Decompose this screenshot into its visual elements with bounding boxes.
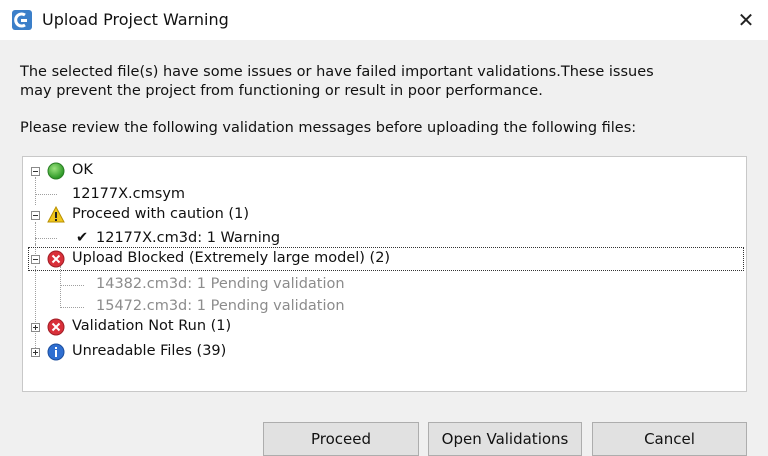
red-x-circle-icon: [47, 250, 65, 268]
proceed-button[interactable]: Proceed: [263, 422, 419, 456]
open-validations-button[interactable]: Open Validations: [428, 422, 582, 456]
blocked-collapse-toggle[interactable]: [31, 255, 40, 264]
unreadable-expand-toggle[interactable]: [31, 348, 40, 357]
checkmark-icon: ✔: [76, 230, 89, 246]
warning-message-line-1: The selected file(s) have some issues or…: [20, 64, 654, 80]
tree-node-caution[interactable]: Proceed with caution (1): [72, 206, 249, 222]
green-check-circle-icon: [47, 162, 65, 180]
app-logo-icon: [12, 10, 32, 30]
close-button[interactable]: ✕: [732, 6, 760, 34]
not-run-expand-toggle[interactable]: [31, 323, 40, 332]
tree-leaf-blocked-file-1[interactable]: 14382.cm3d: 1 Pending validation: [96, 276, 345, 292]
window-title: Upload Project Warning: [42, 10, 229, 29]
tree-node-blocked[interactable]: Upload Blocked (Extremely large model) (…: [72, 250, 390, 266]
close-icon: ✕: [737, 8, 755, 32]
tree-leaf-blocked-file-2[interactable]: 15472.cm3d: 1 Pending validation: [96, 298, 345, 314]
tree-node-unreadable[interactable]: Unreadable Files (39): [72, 343, 226, 359]
warning-message-line-2: may prevent the project from functioning…: [20, 83, 543, 99]
title-bar: Upload Project Warning ✕: [0, 0, 768, 40]
tree-node-not-run[interactable]: Validation Not Run (1): [72, 318, 231, 334]
cancel-button[interactable]: Cancel: [592, 422, 747, 456]
caution-collapse-toggle[interactable]: [31, 211, 40, 220]
info-circle-icon: [47, 343, 65, 361]
tree-node-ok[interactable]: OK: [72, 162, 93, 178]
ok-collapse-toggle[interactable]: [31, 167, 40, 176]
tree-leaf-caution-file[interactable]: 12177X.cm3d: 1 Warning: [96, 230, 280, 246]
red-x-circle-icon: [47, 318, 65, 336]
review-instruction: Please review the following validation m…: [20, 120, 637, 136]
tree-leaf-ok-file[interactable]: 12177X.cmsym: [72, 186, 185, 202]
warning-triangle-icon: [47, 206, 65, 223]
